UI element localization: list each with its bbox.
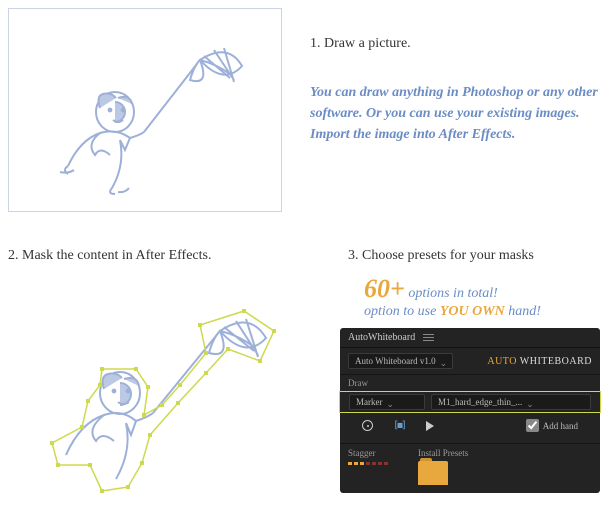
masked-illustration	[28, 291, 278, 505]
panel-logo: AUTO WHITEBOARD	[487, 356, 592, 367]
brush-dropdown[interactable]: Marker	[349, 394, 425, 410]
action-row: Add hand	[348, 413, 592, 438]
version-dropdown[interactable]: Auto Whiteboard v1.0	[348, 353, 453, 369]
add-hand-checkbox[interactable]: Add hand	[526, 419, 578, 432]
panel-header: Auto Whiteboard v1.0 AUTO WHITEBOARD	[340, 348, 600, 375]
chevron-down-icon	[526, 399, 532, 405]
chevron-down-icon	[440, 358, 446, 364]
stagger-section: Stagger	[348, 448, 388, 485]
draw-label: Draw	[348, 378, 592, 388]
step-1-label: 1. Draw a picture.	[310, 36, 411, 52]
panel-footer: Stagger Install Presets	[340, 443, 600, 493]
tagline-1: 60+ options in total!	[364, 274, 498, 304]
chevron-down-icon	[387, 399, 393, 405]
bracket-icon[interactable]	[393, 420, 406, 431]
panel-title: AutoWhiteboard	[348, 332, 415, 343]
step-2-label: 2. Mask the content in After Effects.	[8, 248, 211, 264]
menu-icon[interactable]	[423, 332, 434, 343]
tagline-2: option to use YOU OWN hand!	[364, 302, 541, 320]
record-icon[interactable]	[362, 420, 373, 431]
draw-section: Draw Marker M1_hard_edge_thin_... Add ha…	[340, 375, 600, 443]
play-icon[interactable]	[426, 421, 434, 431]
stagger-slider[interactable]	[348, 462, 388, 465]
options-count: 60+	[364, 274, 405, 303]
figure-1	[8, 8, 282, 212]
drawing-illustration	[40, 20, 250, 200]
panel-titlebar[interactable]: AutoWhiteboard	[340, 328, 600, 348]
autowhiteboard-panel: AutoWhiteboard Auto Whiteboard v1.0 AUTO…	[340, 328, 600, 493]
step-1-note: You can draw anything in Photoshop or an…	[310, 82, 600, 145]
install-section: Install Presets	[418, 448, 468, 485]
step-3-label: 3. Choose presets for your masks	[348, 248, 534, 264]
folder-icon[interactable]	[418, 461, 448, 485]
figure-2	[8, 282, 298, 514]
preset-dropdown[interactable]: M1_hard_edge_thin_...	[431, 394, 591, 410]
add-hand-input[interactable]	[526, 419, 539, 432]
preset-row-highlight: Marker M1_hard_edge_thin_...	[339, 391, 601, 413]
